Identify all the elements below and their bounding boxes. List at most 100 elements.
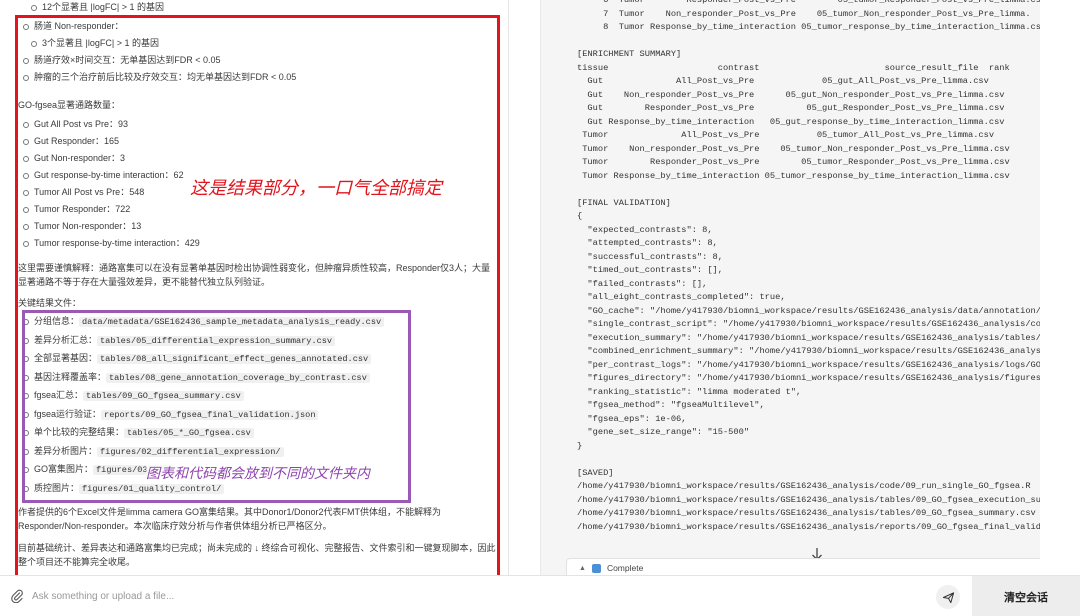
terminal-line: "gene_set_size_range": "15-500" xyxy=(577,427,750,437)
file-list-item: 分组信息： data/metadata/GSE162436_sample_meta… xyxy=(18,313,500,332)
annotation-purple: 图表和代码都会放到不同的文件夹内 xyxy=(146,463,370,483)
terminal-line: [SAVED] xyxy=(577,467,614,478)
terminal-output-pane: 6 Tumor Responder_Post_vs_Pre 05_tumor_R… xyxy=(540,0,1060,575)
terminal-line: Gut Non_responder_Post_vs_Pre 05_gut_Non… xyxy=(577,89,1005,100)
file-path[interactable]: data/metadata/GSE162436_sample_metadata_… xyxy=(79,317,385,327)
list-item: 肠道 Non-responder： xyxy=(18,18,500,35)
file-label: fgsea运行验证： xyxy=(34,408,102,419)
file-label: 差异分析图片： xyxy=(34,445,98,456)
terminal-line: "per_contrast_logs": "/home/y417930/biom… xyxy=(577,359,1041,370)
terminal-line: "successful_contrasts": 8, xyxy=(577,251,723,262)
file-label: 质控图片： xyxy=(34,482,80,493)
chevron-icon[interactable]: ▲ xyxy=(579,565,586,572)
file-path[interactable]: tables/09_GO_fgsea_summary.csv xyxy=(83,391,244,401)
go-list-item: Tumor response-by-time interaction：429 xyxy=(18,235,500,252)
file-label: 单个比较的完整结果： xyxy=(34,427,125,437)
terminal-line: Tumor Response_by_time_interaction 05_tu… xyxy=(577,170,1010,181)
go-list-item: Gut All Post vs Pre：93 xyxy=(18,116,500,133)
terminal-line: /home/y417930/biomni_workspace/results/G… xyxy=(577,494,1041,505)
terminal-line: [FINAL VALIDATION] xyxy=(577,197,671,208)
terminal-line: "attempted_contrasts": 8, xyxy=(577,238,718,248)
send-button[interactable] xyxy=(936,585,960,609)
file-path[interactable]: figures/01_quality_control/ xyxy=(79,483,225,494)
author-paragraph: 作者提供的6个Excel文件是limma camera GO富集结果。其中Don… xyxy=(18,507,442,531)
go-list-item: Tumor Non-responder：13 xyxy=(18,218,500,235)
file-list-item: 基因注释覆盖率： tables/08_gene_annotation_covera… xyxy=(18,369,500,388)
go-list-item: Gut Responder：165 xyxy=(18,133,500,150)
file-list-item: 单个比较的完整结果： tables/05_*_GO_fgsea.csv xyxy=(18,424,500,443)
terminal-line: "single_contrast_script": "/home/y417930… xyxy=(577,319,1041,329)
file-label: 差异分析汇总： xyxy=(34,334,98,345)
list-item: 12个显著且 |logFC| > 1 的基因 xyxy=(18,0,500,16)
status-paragraph: 目前基础统计、差异表达和通路富集均已完成；尚未完成的 ↓ 终综合可视化、完整报告… xyxy=(18,543,496,567)
terminal-line: 6 Tumor Responder_Post_vs_Pre 05_tumor_R… xyxy=(577,0,1041,5)
list-item: 肠道疗效×时间交互：无单基因达到FDR < 0.05 xyxy=(18,52,500,69)
file-label: 全部显著基因： xyxy=(34,353,98,363)
file-path[interactable]: tables/05_*_GO_fgsea.csv xyxy=(124,428,254,438)
clear-session-button[interactable]: 清空会话 xyxy=(972,576,1080,616)
chat-message-pane: 12个显著且 |logFC| > 1 的基因 肠道 Non-responder：… xyxy=(0,0,508,575)
pane-divider[interactable] xyxy=(508,0,509,575)
caution-paragraph: 这里需要谨慎解释：通路富集可以在没有显著单基因时检出协调性弱变化，但肿瘤异质性较… xyxy=(18,263,491,287)
terminal-line: "expected_contrasts": 8, xyxy=(577,224,713,235)
file-list-item: fgsea汇总： tables/09_GO_fgsea_summary.csv xyxy=(18,387,500,406)
terminal-line: /home/y417930/biomni_workspace/results/G… xyxy=(577,521,1041,532)
send-icon xyxy=(942,591,954,603)
file-path[interactable]: tables/08_all_significant_effect_genes_a… xyxy=(97,354,372,364)
go-heading: GO-fgsea显著通路数量： xyxy=(18,100,121,110)
terminal-line: Tumor Responder_Post_vs_Pre 05_tumor_Res… xyxy=(577,157,1010,167)
terminal-line: "failed_contrasts": [], xyxy=(577,278,708,289)
terminal-line: [ENRICHMENT SUMMARY] xyxy=(577,49,682,59)
go-list-item: Gut Non-responder：3 xyxy=(18,150,500,167)
list-item: 3个显著且 |logFC| > 1 的基因 xyxy=(18,35,500,52)
go-list-item: Tumor Responder：722 xyxy=(18,201,500,218)
annotation-red: 这是结果部分，一口气全部搞定 xyxy=(190,178,442,199)
list-item: 肿瘤的三个治疗前后比较及疗效交互：均无单基因达到FDR < 0.05 xyxy=(18,69,500,86)
terminal-line: "ranking_statistic": "limma moderated t"… xyxy=(577,386,802,397)
file-label: 基因注释覆盖率： xyxy=(34,371,107,382)
terminal-line: Gut Responder_Post_vs_Pre 05_gut_Respond… xyxy=(577,103,1005,113)
terminal-line: "execution_summary": "/home/y417930/biom… xyxy=(577,332,1041,343)
terminal-line: "GO_cache": "/home/y417930/biomni_worksp… xyxy=(577,305,1041,316)
terminal-line: { xyxy=(577,211,583,221)
file-list-item: 差异分析汇总： tables/05_differential_expression… xyxy=(18,332,500,351)
files-heading: 关键结果文件： xyxy=(18,298,82,308)
terminal-line: "all_eight_contrasts_completed": true, xyxy=(577,292,786,302)
terminal-line: Gut Response_by_time_interaction 05_gut_… xyxy=(577,116,1005,127)
chat-input[interactable] xyxy=(32,584,912,608)
file-label: GO富集图片： xyxy=(34,464,94,474)
terminal-line: tissue contrast source_result_file rank xyxy=(577,62,1010,73)
paperclip-icon[interactable] xyxy=(10,589,24,604)
file-path[interactable]: reports/09_GO_fgsea_final_validation.jso… xyxy=(101,409,319,420)
chat-input-bar: 清空会话 xyxy=(0,575,1080,616)
assistant-message: 12个显著且 |logFC| > 1 的基因 肠道 Non-responder：… xyxy=(18,0,500,572)
terminal-line: "fgsea_method": "fgseaMultilevel", xyxy=(577,400,765,410)
file-label: fgsea汇总： xyxy=(34,390,84,400)
scrollbar[interactable] xyxy=(1040,0,1060,575)
terminal-line: "fgsea_eps": 1e-06, xyxy=(577,413,687,424)
file-path[interactable]: figures/02_differential_expression/ xyxy=(97,446,284,457)
terminal-line: } xyxy=(577,440,583,451)
terminal-line: "timed_out_contrasts": [], xyxy=(577,265,723,275)
terminal-line: /home/y417930/biomni_workspace/results/G… xyxy=(577,481,1031,491)
terminal-line: "combined_enrichment_summary": "/home/y4… xyxy=(577,346,1041,356)
file-path[interactable]: tables/08_gene_annotation_coverage_by_co… xyxy=(106,372,370,383)
file-path[interactable]: tables/05_differential_expression_summar… xyxy=(97,335,336,346)
terminal-line: /home/y417930/biomni_workspace/results/G… xyxy=(577,508,1036,518)
terminal-line: 8 Tumor Response_by_time_interaction 05_… xyxy=(577,22,1041,32)
file-list-item: 差异分析图片： figures/02_differential_expressio… xyxy=(18,443,500,462)
terminal-line: Tumor All_Post_vs_Pre 05_tumor_All_Post_… xyxy=(577,130,995,140)
complete-label: Complete xyxy=(606,563,644,573)
terminal-line: "figures_directory": "/home/y417930/biom… xyxy=(577,373,1041,383)
terminal-line: Gut All_Post_vs_Pre 05_gut_All_Post_vs_P… xyxy=(577,76,989,86)
file-list-item: 全部显著基因： tables/08_all_significant_effect_… xyxy=(18,350,500,369)
status-icon xyxy=(591,563,601,573)
terminal-line: Tumor Non_responder_Post_vs_Pre 05_tumor… xyxy=(577,143,1010,154)
terminal-output: 6 Tumor Responder_Post_vs_Pre 05_tumor_R… xyxy=(577,0,1060,534)
terminal-line: 7 Tumor Non_responder_Post_vs_Pre 05_tum… xyxy=(577,8,1031,19)
file-label: 分组信息： xyxy=(34,316,80,326)
complete-status-bar[interactable]: ▲ Complete xyxy=(566,558,1052,575)
